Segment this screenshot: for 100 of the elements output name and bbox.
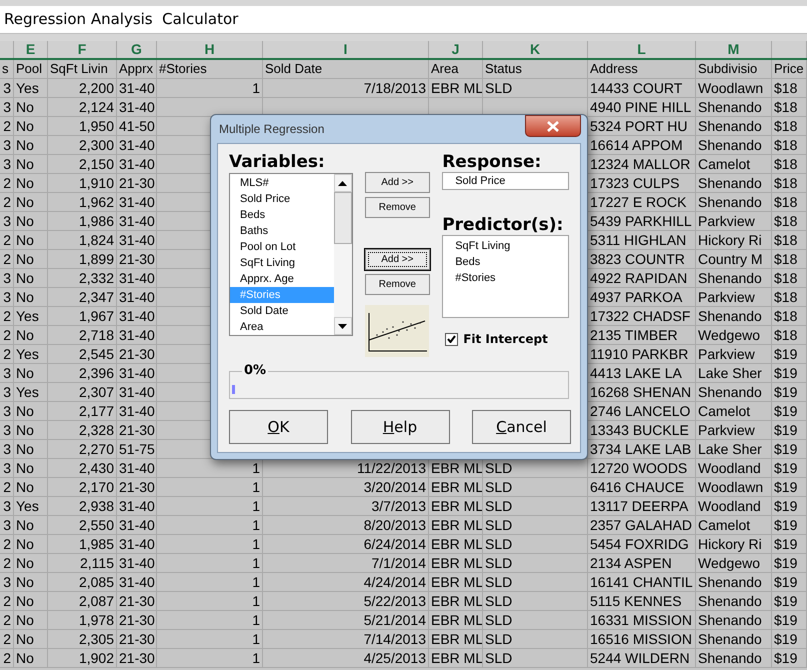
- table-cell: 3: [0, 440, 14, 458]
- table-cell: 13117 DEERPA: [588, 497, 696, 515]
- table-cell: Parkview: [696, 212, 772, 230]
- table-cell: 1: [157, 554, 263, 572]
- table-cell: 3: [0, 364, 14, 382]
- table-cell: 3: [0, 155, 14, 173]
- scroll-up-icon: [338, 180, 348, 186]
- list-item[interactable]: Pool on Lot: [230, 239, 334, 255]
- column-letter[interactable]: I: [344, 39, 348, 60]
- table-cell: Shenando: [696, 630, 772, 648]
- column-letter[interactable]: H: [204, 39, 215, 60]
- table-cell: 21-30: [117, 345, 157, 363]
- table-cell: No: [14, 212, 48, 230]
- close-icon: [547, 120, 559, 132]
- list-item[interactable]: SqFt Living: [443, 238, 568, 254]
- checkbox[interactable]: [445, 332, 458, 346]
- table-cell: Hickory Ri: [696, 231, 772, 249]
- table-cell: No: [14, 573, 48, 591]
- table-cell: 31-40: [117, 231, 157, 249]
- table-cell: No: [14, 592, 48, 610]
- table-cell: 31-40: [117, 554, 157, 572]
- table-cell: Lake Sher: [696, 364, 772, 382]
- help-button[interactable]: Help: [350, 410, 450, 444]
- table-cell: 5454 FOXRIDG: [588, 535, 696, 553]
- list-item[interactable]: Sold Price: [230, 191, 334, 207]
- list-item[interactable]: Sold Date: [230, 303, 334, 319]
- list-item[interactable]: Apprx. Age: [230, 271, 334, 287]
- column-letter[interactable]: F: [78, 39, 86, 60]
- remove-button[interactable]: Remove: [364, 274, 430, 295]
- variables-list[interactable]: MLS# Sold Price Beds Baths Pool on Lot SqFt Living Apprx. Age #Stories Sold Date Area: [229, 173, 353, 336]
- table-cell: 1,967: [48, 307, 117, 325]
- table-cell: $18: [772, 231, 807, 249]
- table-cell: SLD: [483, 554, 588, 572]
- remove-button[interactable]: Remove: [364, 197, 430, 218]
- table-cell: No: [14, 478, 48, 496]
- table-cell: 5115 KENNES: [588, 592, 696, 610]
- table-cell: 31-40: [117, 516, 157, 534]
- table-cell: 21-30: [117, 478, 157, 496]
- table-cell: Lake Sher: [696, 440, 772, 458]
- table-cell: $18: [772, 98, 807, 116]
- scrollbar[interactable]: [334, 174, 352, 335]
- add-button[interactable]: Add >>: [364, 249, 430, 270]
- table-cell: 2: [0, 250, 14, 268]
- list-item[interactable]: Area: [230, 319, 334, 335]
- predictors-list[interactable]: SqFt Living Beds #Stories: [442, 235, 569, 318]
- table-cell: Yes: [14, 383, 48, 401]
- table-cell: $19: [772, 497, 807, 515]
- table-cell: $19: [772, 592, 807, 610]
- table-cell: 3: [0, 459, 14, 477]
- table-cell: SLD: [483, 611, 588, 629]
- response-label: Response:: [442, 152, 542, 172]
- table-cell: 2: [0, 554, 14, 572]
- add-button[interactable]: Add >>: [364, 172, 430, 193]
- list-item[interactable]: MLS#: [230, 175, 334, 191]
- table-cell: No: [14, 250, 48, 268]
- close-button[interactable]: [525, 115, 581, 137]
- table-cell: 2: [0, 630, 14, 648]
- table-cell: Shenando: [696, 611, 772, 629]
- list-item[interactable]: Beds: [443, 254, 568, 270]
- column-letter[interactable]: G: [131, 39, 142, 60]
- table-cell: $18: [772, 136, 807, 154]
- table-cell: Wedgewo: [696, 554, 772, 572]
- table-cell: 1,962: [48, 193, 117, 211]
- column-letter[interactable]: J: [452, 39, 460, 60]
- table-cell: 12720 WOODS: [588, 459, 696, 477]
- table-cell: 4940 PINE HILL: [588, 98, 696, 116]
- table-cell: SLD: [483, 478, 588, 496]
- table-cell: No: [14, 193, 48, 211]
- table-cell: $19: [772, 573, 807, 591]
- list-item[interactable]: Baths: [230, 223, 334, 239]
- table-cell: 1,978: [48, 611, 117, 629]
- table-cell: 2,124: [48, 98, 117, 116]
- table-cell: $18: [772, 326, 807, 344]
- table-cell: 2,177: [48, 402, 117, 420]
- cancel-button[interactable]: Cancel: [472, 410, 571, 444]
- table-cell: 1: [157, 516, 263, 534]
- table-cell: 2: [0, 535, 14, 553]
- table-cell: $19: [772, 421, 807, 439]
- table-cell: 31-40: [117, 364, 157, 382]
- table-cell: Shenando: [696, 573, 772, 591]
- list-item[interactable]: Beds: [230, 207, 334, 223]
- response-field[interactable]: Sold Price: [442, 172, 569, 190]
- table-cell: 2: [0, 345, 14, 363]
- table-cell: No: [14, 117, 48, 135]
- table-cell: 3: [0, 288, 14, 306]
- table-cell: 31-40: [117, 573, 157, 591]
- column-letter[interactable]: M: [728, 39, 740, 60]
- ok-button[interactable]: OK: [229, 410, 328, 444]
- column-letter[interactable]: K: [530, 39, 540, 60]
- list-item[interactable]: SqFt Living: [230, 255, 334, 271]
- column-letter[interactable]: E: [26, 39, 36, 60]
- column-header: Subdivisio: [696, 60, 772, 78]
- table-cell: No: [14, 459, 48, 477]
- table-cell: Shenando: [696, 383, 772, 401]
- list-item[interactable]: #Stories: [443, 270, 568, 286]
- column-letter[interactable]: L: [637, 39, 646, 60]
- column-header: Apprx: [117, 60, 157, 78]
- table-cell: 2,332: [48, 269, 117, 287]
- scrollbar-thumb[interactable]: [334, 192, 352, 244]
- table-cell: 21-30: [117, 250, 157, 268]
